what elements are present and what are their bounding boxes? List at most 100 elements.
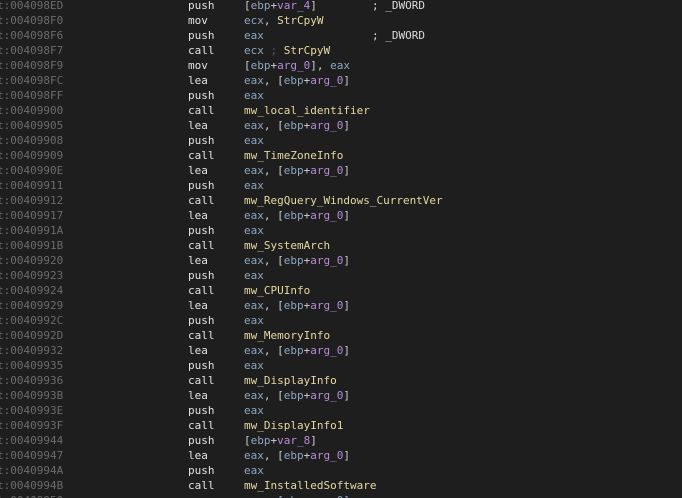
mnemonic: push [188,179,215,192]
variable-name[interactable]: arg_0 [310,119,343,132]
mnemonic: push [188,29,215,42]
listing-row[interactable]: t:0040990E lea eax, [ebp+arg_0] [0,163,682,178]
operands: eax, [ebp+arg_0] [244,118,350,133]
address: t:0040992C [0,314,64,327]
listing-row[interactable]: t:004098F6 push eax ; _DWORD [0,28,682,43]
register-name: eax [244,464,264,477]
operands: eax [244,133,264,148]
variable-name[interactable]: arg_0 [310,254,343,267]
listing-row[interactable]: t:004098FC lea eax, [ebp+arg_0] [0,73,682,88]
mnemonic: lea [188,209,208,222]
register-name: eax [244,29,264,42]
listing-row[interactable]: t:0040994B call mw_InstalledSoftware [0,478,682,493]
listing-row[interactable]: t:004098F0 mov ecx, StrCpyW [0,13,682,28]
operand-punctuation: ] [343,449,350,462]
listing-row[interactable]: t:00409935 push eax [0,358,682,373]
mnemonic: push [188,314,215,327]
variable-name[interactable]: arg_0 [310,164,343,177]
listing-row[interactable]: t:0040993F call mw_DisplayInfo1 [0,418,682,433]
listing-row[interactable]: t:0040991A push eax [0,223,682,238]
operands: eax, [ebp+arg_0] [244,448,350,463]
operands: mw_local_identifier [244,103,370,118]
listing-row[interactable]: t:0040992C push eax [0,313,682,328]
symbol-name[interactable]: mw_RegQuery_Windows_CurrentVer [244,194,443,207]
listing-row[interactable]: t:0040992D call mw_MemoryInfo [0,328,682,343]
register-name: ebp [283,254,304,267]
listing-row[interactable]: t:00409908 push eax [0,133,682,148]
listing-row[interactable]: t:00409900 call mw_local_identifier [0,103,682,118]
operand-punctuation: ] [343,209,350,222]
register-name: eax [244,449,264,462]
operands: mw_CPUInfo [244,283,310,298]
mnemonic: lea [188,74,208,87]
listing-row[interactable]: t:00409905 lea eax, [ebp+arg_0] [0,118,682,133]
listing-row[interactable]: t:004098FF push eax [0,88,682,103]
listing-row[interactable]: t:00409932 lea eax, [ebp+arg_0] [0,343,682,358]
variable-name[interactable]: arg_0 [310,299,343,312]
address: t:004098FF [0,89,64,102]
listing-row[interactable]: t:0040994A push eax [0,463,682,478]
operand-punctuation: , [ [263,119,284,132]
listing-row[interactable]: t:004098ED push [ebp+var_4] ; _DWORD [0,0,682,13]
listing-row[interactable]: t:0040993B lea eax, [ebp+arg_0] [0,388,682,403]
listing-row[interactable]: t:00409920 lea eax, [ebp+arg_0] [0,253,682,268]
operands: eax [244,403,264,418]
symbol-name[interactable]: mw_local_identifier [244,104,370,117]
register-name: eax [244,179,264,192]
comment: ; _DWORD [372,29,425,42]
address: t:00409900 [0,104,64,117]
listing-row[interactable]: t:00409950 eax, [ebp+arg_0] [0,493,682,498]
variable-name[interactable]: arg_0 [310,389,343,402]
listing-row[interactable]: t:00409923 push eax [0,268,682,283]
operand-punctuation: , [ [263,209,284,222]
variable-name[interactable]: arg_0 [310,74,343,87]
symbol-name[interactable]: mw_TimeZoneInfo [244,149,343,162]
listing-row[interactable]: t:004098F7 call ecx ; StrCpyW [0,43,682,58]
variable-name[interactable]: arg_0 [310,449,343,462]
listing-row[interactable]: t:00409929 lea eax, [ebp+arg_0] [0,298,682,313]
listing-row[interactable]: t:0040993E push eax [0,403,682,418]
variable-name[interactable]: arg_0 [310,344,343,357]
variable-name[interactable]: var_8 [277,434,310,447]
address: t:0040990E [0,164,64,177]
listing-row[interactable]: t:00409944 push [ebp+var_8] [0,433,682,448]
register-name: ebp [283,449,304,462]
symbol-name[interactable]: StrCpyW [277,14,323,27]
mnemonic: call [188,194,215,207]
variable-name[interactable]: var_4 [277,0,310,12]
symbol-name[interactable]: mw_DisplayInfo [244,374,337,387]
mnemonic: call [188,239,215,252]
operands: mw_MemoryInfo [244,328,330,343]
register-name: eax [244,119,264,132]
register-name: ecx [244,44,264,57]
listing-row[interactable]: t:00409924 call mw_CPUInfo [0,283,682,298]
listing-row[interactable]: t:00409917 lea eax, [ebp+arg_0] [0,208,682,223]
variable-name[interactable]: arg_0 [277,59,310,72]
address: t:00409950 [0,493,63,498]
operand-punctuation: ] [343,389,350,402]
listing-row[interactable]: t:00409909 call mw_TimeZoneInfo [0,148,682,163]
variable-name[interactable]: arg_0 [310,209,343,222]
address: t:00409905 [0,119,64,132]
mnemonic: call [188,329,215,342]
symbol-name[interactable]: StrCpyW [284,44,330,57]
register-name: eax [244,224,264,237]
mnemonic: push [188,0,215,12]
listing-row[interactable]: t:00409947 lea eax, [ebp+arg_0] [0,448,682,463]
address: t:0040992D [0,329,64,342]
symbol-name[interactable]: mw_MemoryInfo [244,329,330,342]
mnemonic: push [188,89,215,102]
symbol-name[interactable]: mw_DisplayInfo1 [244,419,343,432]
listing-row[interactable]: t:004098F9 mov [ebp+arg_0], eax [0,58,682,73]
listing-row[interactable]: t:0040991B call mw_SystemArch [0,238,682,253]
mnemonic: call [188,44,215,57]
address: t:00409911 [0,179,64,192]
listing-row[interactable]: t:00409936 call mw_DisplayInfo [0,373,682,388]
symbol-name[interactable]: mw_CPUInfo [244,284,310,297]
operand-punctuation: , [ [263,254,284,267]
listing-row[interactable]: t:00409912 call mw_RegQuery_Windows_Curren… [0,193,682,208]
operand-punctuation: , [ [263,74,284,87]
symbol-name[interactable]: mw_InstalledSoftware [244,479,376,492]
listing-row[interactable]: t:00409911 push eax [0,178,682,193]
symbol-name[interactable]: mw_SystemArch [244,239,330,252]
